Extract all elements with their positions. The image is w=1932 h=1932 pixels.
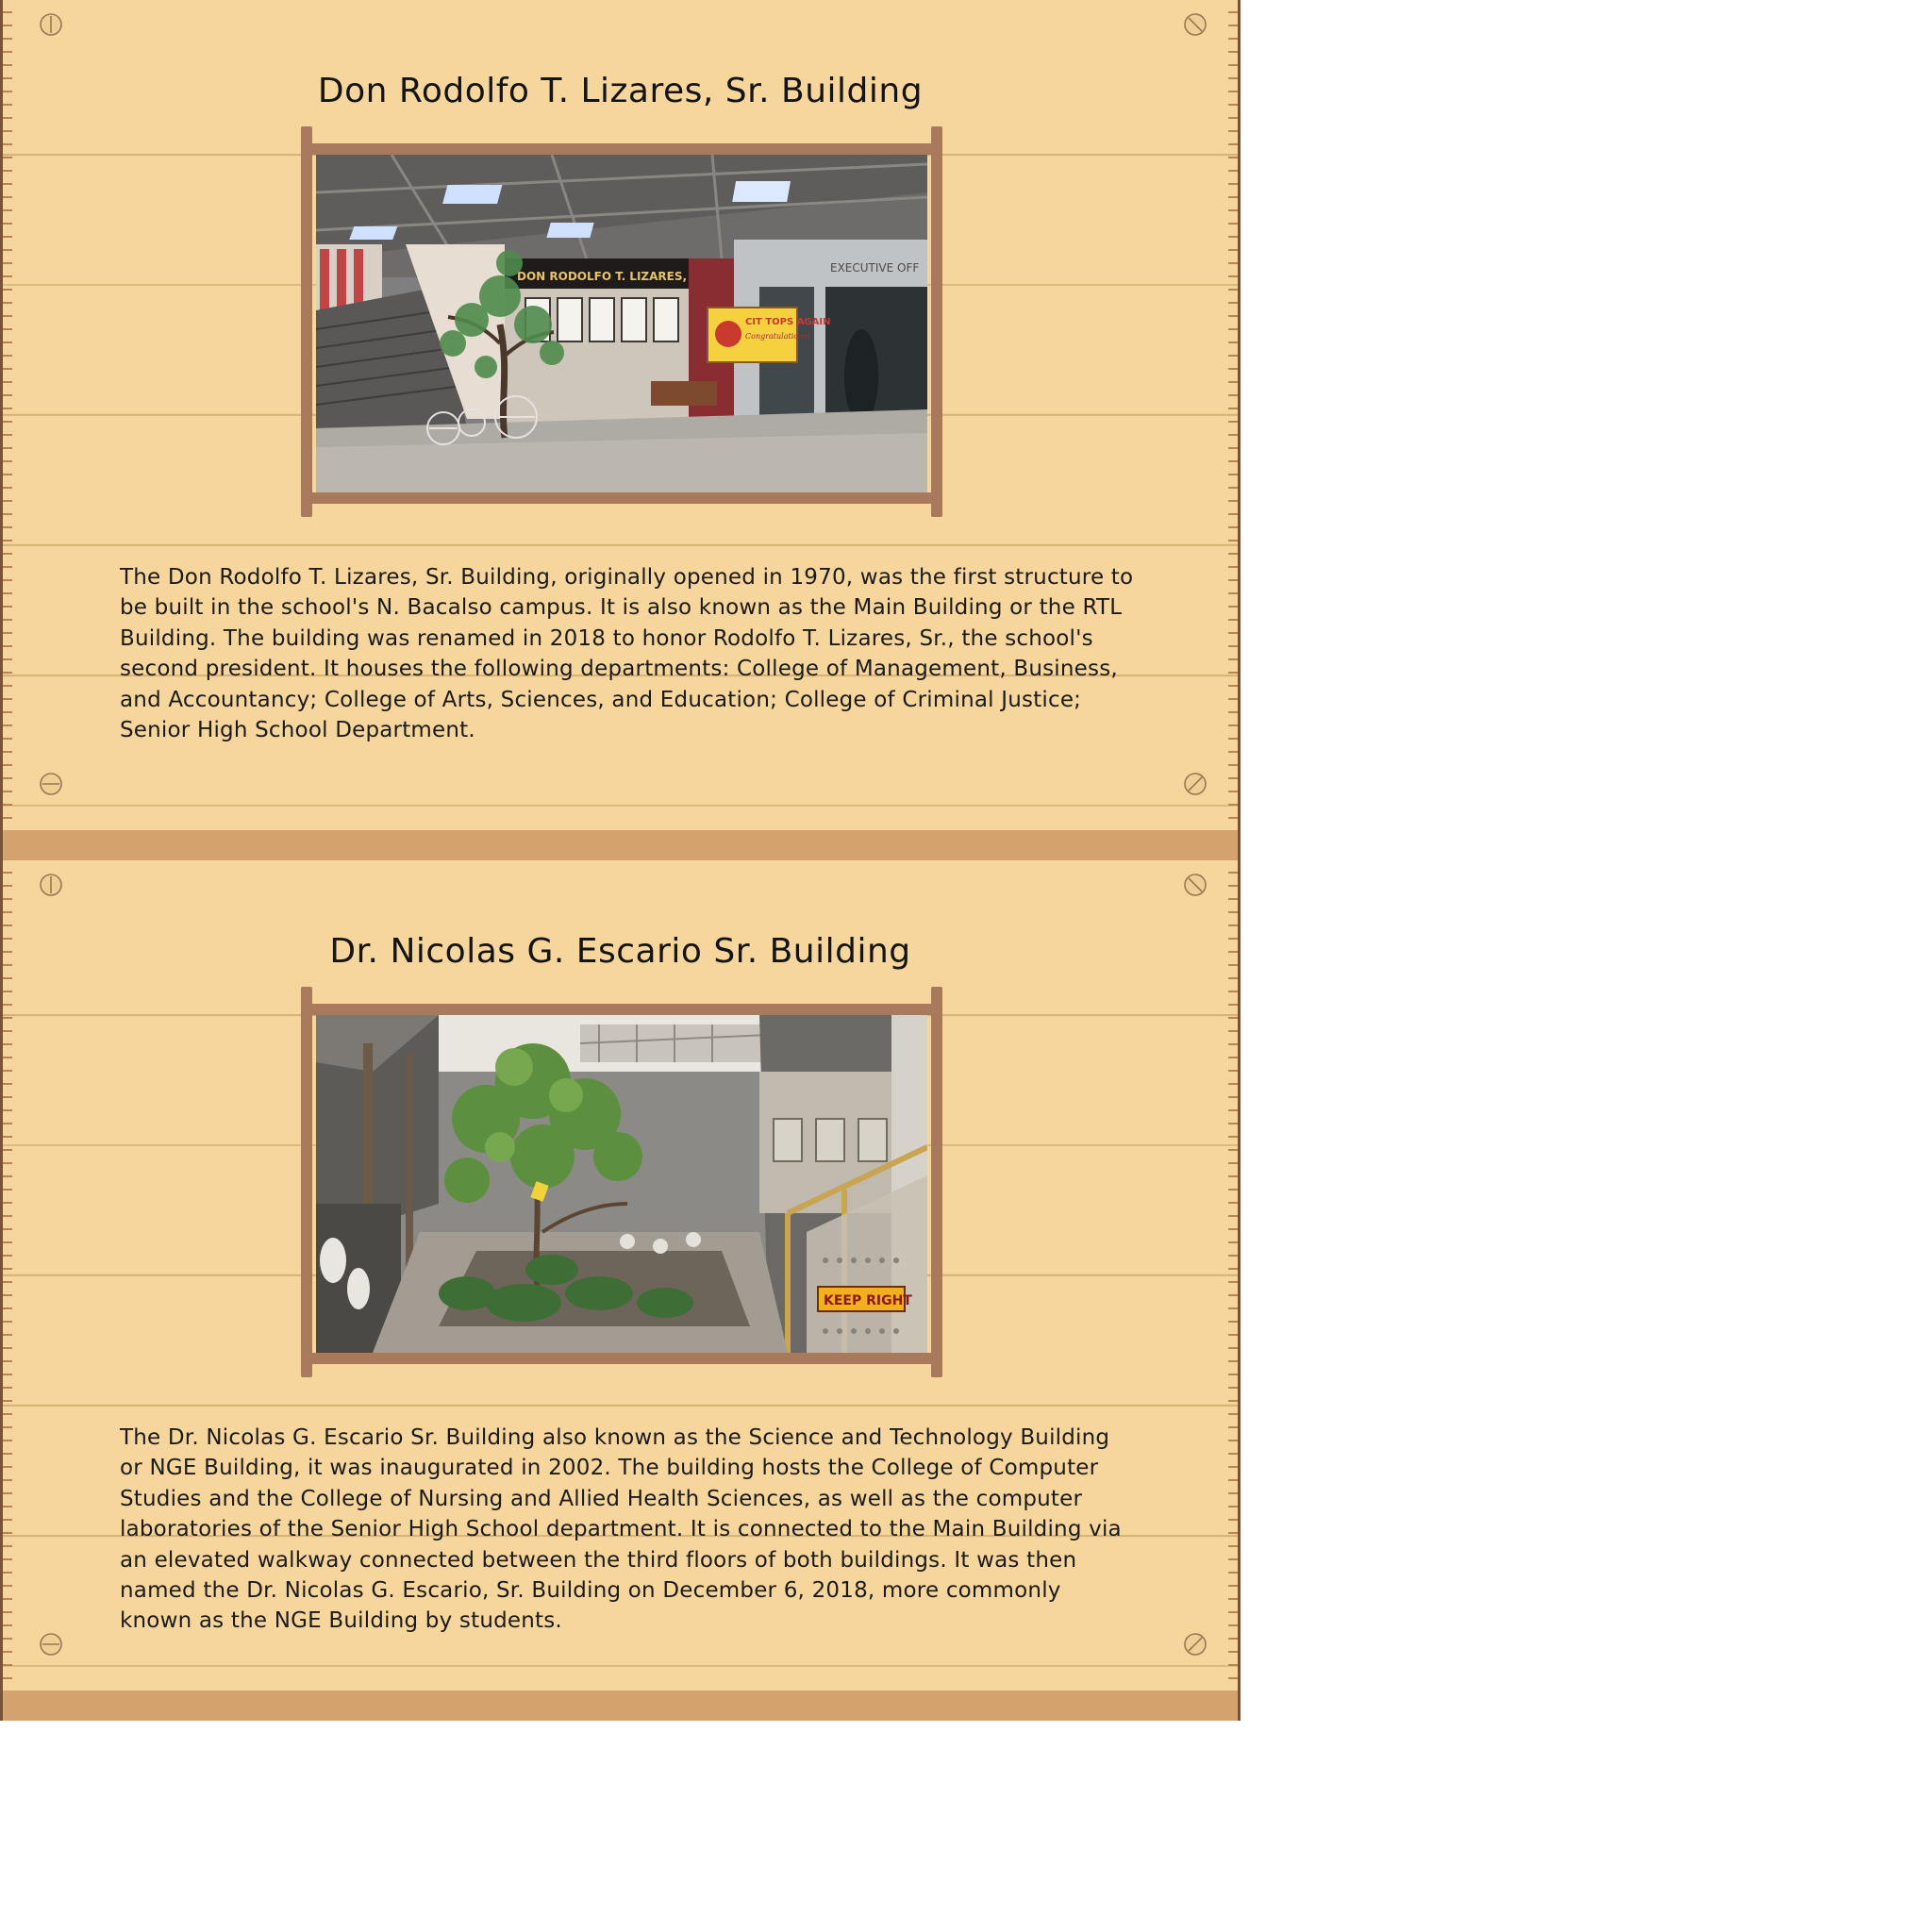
building-photo: KEEP RIGHT: [316, 1015, 927, 1353]
screw-icon: [1184, 13, 1207, 36]
photo-banner-sub: Congratulations!: [745, 332, 810, 341]
page: Don Rodolfo T. Lizares, Sr. Building DON…: [0, 0, 1241, 1724]
frame-bar-bottom: [307, 1353, 937, 1364]
frame-post-left: [301, 126, 312, 517]
building-title: Dr. Nicolas G. Escario Sr. Building: [329, 932, 911, 971]
building-photo: DON RODOLFO T. LIZARES, SR. BUILDING EXE…: [316, 155, 927, 492]
photo-banner-title: CIT TOPS AGAIN: [745, 317, 830, 327]
building-card-nge: Dr. Nicolas G. Escario Sr. Building KEEP…: [0, 860, 1241, 1721]
photo-frame: KEEP RIGHT: [301, 987, 942, 1377]
building-lobby-photo: DON RODOLFO T. LIZARES, SR. BUILDING EXE…: [316, 155, 927, 492]
building-description: The Dr. Nicolas G. Escario Sr. Building …: [120, 1425, 1122, 1634]
photo-office-text: EXECUTIVE OFF: [830, 261, 919, 275]
screw-icon: [1184, 773, 1207, 795]
photo-keep-right-sign: KEEP RIGHT: [824, 1293, 912, 1308]
frame-post-right: [931, 126, 942, 517]
screw-icon: [40, 13, 62, 36]
screw-icon: [40, 773, 62, 795]
frame-bar-bottom: [307, 492, 937, 504]
screw-icon: [40, 1633, 62, 1656]
courtyard-photo: KEEP RIGHT: [316, 1015, 927, 1353]
photo-frame: DON RODOLFO T. LIZARES, SR. BUILDING EXE…: [301, 126, 942, 517]
frame-bar-top: [307, 1004, 937, 1015]
screw-icon: [1184, 874, 1207, 896]
board-divider: [3, 1690, 1238, 1721]
frame-post-left: [301, 987, 312, 1377]
frame-post-right: [931, 987, 942, 1377]
screw-icon: [1184, 1633, 1207, 1656]
frame-bar-top: [307, 143, 937, 155]
building-title: Don Rodolfo T. Lizares, Sr. Building: [317, 72, 924, 110]
building-description: The Don Rodolfo T. Lizares, Sr. Building…: [120, 565, 1134, 743]
board-divider: [3, 830, 1238, 860]
screw-icon: [40, 874, 62, 896]
building-card-rtl: Don Rodolfo T. Lizares, Sr. Building DON…: [0, 0, 1241, 860]
